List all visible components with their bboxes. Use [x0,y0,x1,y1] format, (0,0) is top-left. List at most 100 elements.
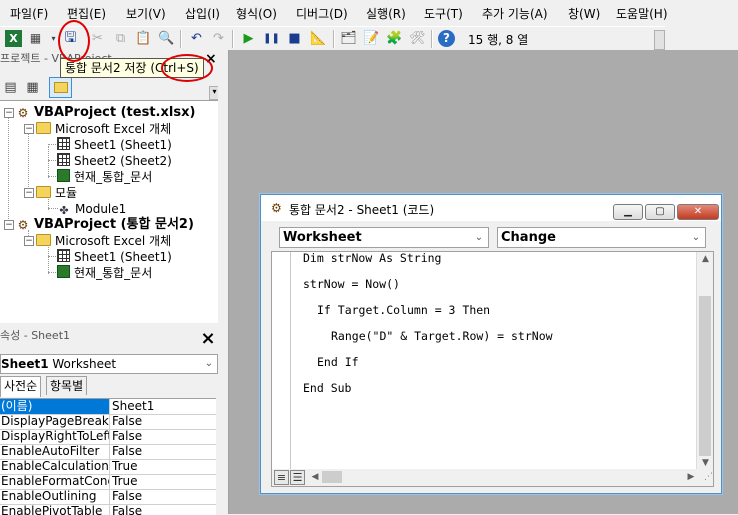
menu-window[interactable]: 창(W) [568,5,600,22]
code-line[interactable]: Dim strNow As String [303,252,441,265]
toolbox-icon[interactable]: 🛠 [409,30,426,47]
object-browser-icon[interactable]: 🧩 [386,30,403,47]
object-combo[interactable]: Worksheet ⌄ [279,227,489,248]
menu-edit[interactable]: 편집(E) [67,5,106,22]
scroll-right-icon[interactable]: ▶ [684,469,698,486]
tree-item-modules[interactable]: 모듈 [36,185,77,201]
code-line[interactable]: End Sub [303,381,351,395]
excel-view-icon[interactable]: X [5,30,22,47]
menu-format[interactable]: 형식(O) [236,5,277,22]
close-button[interactable]: ✕ [677,204,719,220]
tree-item-thisworkbook[interactable]: 현재_통합_문서 [57,169,152,185]
tree-item-thisworkbook[interactable]: 현재_통합_문서 [57,265,152,281]
break-icon[interactable]: ❚❚ [263,30,280,47]
paste-icon[interactable]: 📋 [135,30,152,47]
procedure-combo[interactable]: Change ⌄ [497,227,706,248]
code-line[interactable]: strNow = Now() [303,277,400,291]
view-code-icon[interactable]: ▤ [2,79,19,96]
pane-splitter[interactable] [218,50,229,514]
property-row[interactable]: EnableCalculation True [0,459,216,475]
scroll-down-icon[interactable]: ▼ [697,456,713,470]
cut-icon[interactable]: ✂ [89,30,106,47]
collapse-toggle[interactable]: − [4,108,14,118]
collapse-toggle[interactable]: − [4,220,14,230]
code-window-titlebar[interactable]: ⚙ 통합 문서2 - Sheet1 (코드) ▁ ▢ ✕ [261,195,721,221]
code-margin[interactable] [272,252,291,470]
close-icon[interactable]: × [199,330,217,348]
module-icon: ✤ [59,204,69,217]
menu-tools[interactable]: 도구(T) [424,5,463,22]
standard-toolbar: X ▦ ▾ 🖫 ✂ ⧉ 📋 🔍 ↶ ↷ ▶ ❚❚ ■ 📐 🗂 📝 🧩 🛠 ? 1… [0,26,665,52]
design-mode-icon[interactable]: 📐 [310,30,327,47]
undo-icon[interactable]: ↶ [188,30,205,47]
menu-insert[interactable]: 삽입(I) [185,5,220,22]
resize-grip[interactable]: ⋰ [699,472,713,486]
code-line[interactable]: Range("D" & Target.Row) = strNow [331,329,553,343]
maximize-button[interactable]: ▢ [645,204,675,220]
copy-icon[interactable]: ⧉ [112,30,129,47]
tree-item-sheet1[interactable]: Sheet1 (Sheet1) [57,249,172,265]
scroll-thumb[interactable] [322,471,342,483]
tab-alphabetic[interactable]: 사전순 [0,376,42,397]
property-row[interactable]: EnablePivotTable False [0,504,216,515]
full-module-view-icon[interactable]: ☰ [290,470,305,485]
tree-item-excel-objects[interactable]: Microsoft Excel 개체 [36,121,171,137]
tree-item-module1[interactable]: ✤ Module1 [57,201,126,217]
toolbar-options-button[interactable] [654,30,665,50]
horizontal-scrollbar[interactable]: ◀ ▶ [308,469,698,486]
tab-categorized[interactable]: 항목별 [46,376,88,395]
cursor-position: 15 행, 8 열 [468,33,529,47]
insert-userform-icon[interactable]: ▦ [27,30,44,47]
tree-item-excel-objects[interactable]: Microsoft Excel 개체 [36,233,171,249]
chevron-down-icon: ⌄ [474,232,484,243]
menu-debug[interactable]: 디버그(D) [296,5,348,22]
collapse-toggle[interactable]: − [24,236,34,246]
code-editor[interactable]: Dim strNow As String strNow = Now() If Tar… [271,251,714,471]
scroll-thumb[interactable] [699,296,711,456]
redo-icon[interactable]: ↷ [210,30,227,47]
chevron-down-icon: ⌄ [691,232,701,243]
code-window-title: 통합 문서2 - Sheet1 (코드) [289,203,435,217]
menu-file[interactable]: 파일(F) [10,5,48,22]
menu-view[interactable]: 보기(V) [126,5,166,22]
view-object-icon[interactable]: ▦ [24,79,41,96]
help-icon[interactable]: ? [438,30,455,47]
collapse-toggle[interactable]: − [24,188,34,198]
minimize-button[interactable]: ▁ [613,204,643,220]
property-row[interactable]: EnableFormatConditionsCalculation True [0,474,216,490]
run-icon[interactable]: ▶ [240,30,257,47]
code-window-statusbar: ≡ ☰ ◀ ▶ ⋰ [271,469,714,487]
find-icon[interactable]: 🔍 [158,30,175,47]
workbook-icon [57,169,70,182]
properties-tabs: 사전순 항목별 [0,376,218,397]
properties-object-combo[interactable]: Sheet1 Worksheet ⌄ [0,354,218,374]
toggle-folders-icon[interactable] [49,77,72,98]
property-row[interactable]: EnableAutoFilter False [0,444,216,460]
property-row[interactable]: DisplayRightToLeft False [0,429,216,445]
vertical-scrollbar[interactable]: ▲ ▼ [696,252,713,470]
procedure-view-icon[interactable]: ≡ [274,470,289,485]
scroll-up-icon[interactable]: ▲ [697,252,713,266]
menu-help[interactable]: 도움말(H) [616,5,668,22]
property-row[interactable]: (이름) Sheet1 [0,399,216,415]
toolbar-separator [180,30,182,48]
property-row[interactable]: EnableOutlining False [0,489,216,505]
tree-item-sheet1[interactable]: Sheet1 (Sheet1) [57,137,172,153]
code-line[interactable]: End If [317,355,359,369]
code-line[interactable]: If Target.Column = 3 Then [317,303,490,317]
project-explorer-icon[interactable]: 🗂 [340,30,357,47]
close-icon[interactable]: × [205,52,217,66]
tree-item-vbaproject-book2[interactable]: ⚙ VBAProject (통합 문서2) [16,217,194,233]
save-icon[interactable]: 🖫 [62,30,79,47]
menu-run[interactable]: 실행(R) [366,5,406,22]
dropdown-arrow-icon[interactable]: ▾ [45,30,62,47]
collapse-toggle[interactable]: − [24,124,34,134]
property-row[interactable]: DisplayPageBreaks False [0,414,216,430]
tree-item-vbaproject-test[interactable]: ⚙ VBAProject (test.xlsx) [16,105,196,121]
properties-icon[interactable]: 📝 [363,30,380,47]
reset-icon[interactable]: ■ [286,30,303,47]
menu-addins[interactable]: 추가 기능(A) [482,5,548,22]
scroll-left-icon[interactable]: ◀ [308,469,322,486]
tree-item-sheet2[interactable]: Sheet2 (Sheet2) [57,153,172,169]
folder-icon [36,234,51,246]
